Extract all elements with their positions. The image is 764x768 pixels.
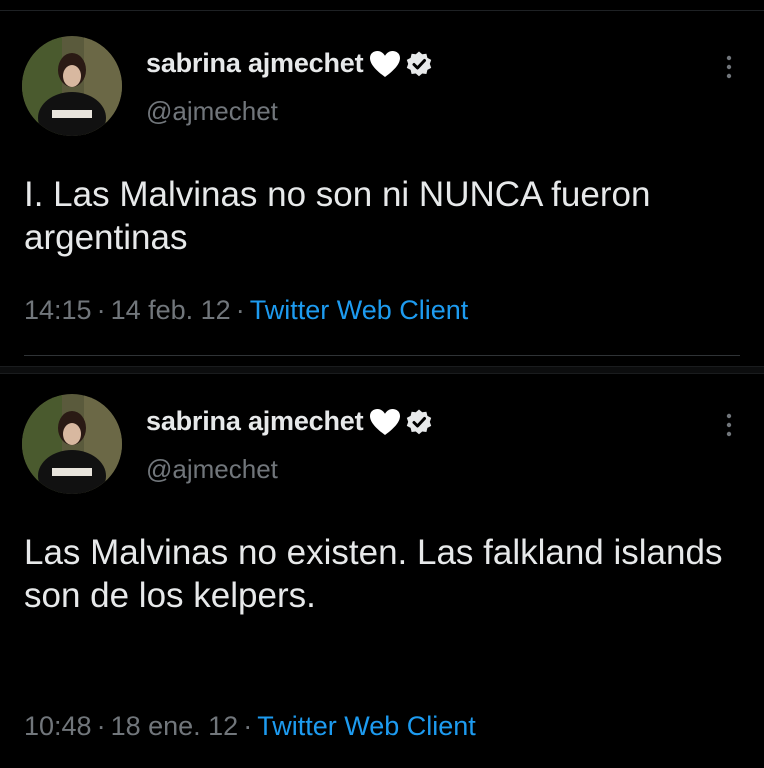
avatar[interactable] [22,36,122,136]
meta-separator: · [96,711,106,741]
more-vertical-icon[interactable] [724,412,734,438]
handle[interactable]: @ajmechet [146,454,278,485]
meta-separator: · [96,295,106,325]
tweet-date[interactable]: 18 ene. 12 [111,711,239,741]
tweet-meta: 10:48 · 18 ene. 12 · Twitter Web Client [24,711,476,742]
avatar-image [22,36,122,136]
verified-badge-icon [405,408,433,436]
white-heart-icon [369,408,401,436]
section-separator [0,366,764,374]
white-heart-icon [369,50,401,78]
avatar-image [22,394,122,494]
author-row: sabrina ajmechet [146,48,433,79]
author-row: sabrina ajmechet [146,406,433,437]
tweet-client-link[interactable]: Twitter Web Client [257,711,476,741]
display-name[interactable]: sabrina ajmechet [146,48,364,79]
tweet-date[interactable]: 14 feb. 12 [111,295,231,325]
tweet-text: I. Las Malvinas no son ni NUNCA fueron a… [24,175,651,257]
verified-badge-icon [405,50,433,78]
tweet-meta: 14:15 · 14 feb. 12 · Twitter Web Client [24,295,468,326]
meta-separator: · [235,295,245,325]
more-vertical-icon[interactable] [724,54,734,80]
top-divider [0,10,764,11]
meta-separator: · [243,711,253,741]
tweet-time[interactable]: 14:15 [24,295,92,325]
avatar[interactable] [22,394,122,494]
tweet-divider [24,355,740,356]
display-name[interactable]: sabrina ajmechet [146,406,364,437]
tweet-text: Las Malvinas no existen. Las falkland is… [24,533,723,615]
tweet-time[interactable]: 10:48 [24,711,92,741]
handle[interactable]: @ajmechet [146,96,278,127]
tweet-client-link[interactable]: Twitter Web Client [250,295,469,325]
